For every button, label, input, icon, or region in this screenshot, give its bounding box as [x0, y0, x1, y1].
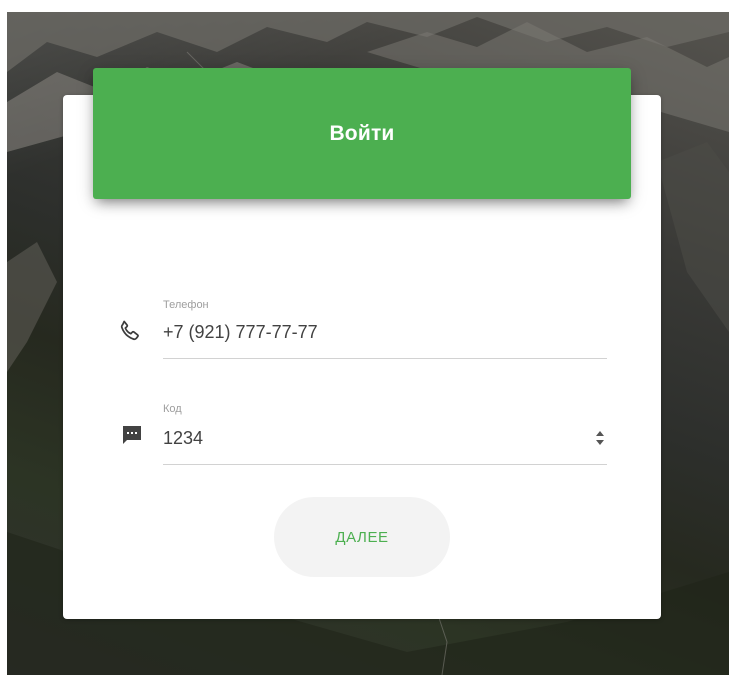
- next-button[interactable]: ДАЛЕЕ: [274, 497, 450, 577]
- code-input[interactable]: [163, 426, 563, 450]
- login-screen: Войти Телефон Код ДАЛЕЕ: [0, 0, 729, 675]
- phone-field-label: Телефон: [163, 299, 209, 311]
- phone-field-underline: [163, 358, 607, 359]
- phone-input[interactable]: [163, 320, 607, 344]
- phone-icon: [120, 320, 139, 341]
- card-header: Войти: [93, 68, 631, 199]
- code-field-underline: [163, 464, 607, 465]
- code-field-label: Код: [163, 403, 182, 415]
- login-title: Войти: [329, 121, 395, 145]
- message-icon: [123, 426, 141, 444]
- code-field[interactable]: Код: [163, 400, 607, 466]
- phone-field[interactable]: Телефон: [163, 296, 607, 360]
- number-spinner-icon[interactable]: [595, 429, 605, 447]
